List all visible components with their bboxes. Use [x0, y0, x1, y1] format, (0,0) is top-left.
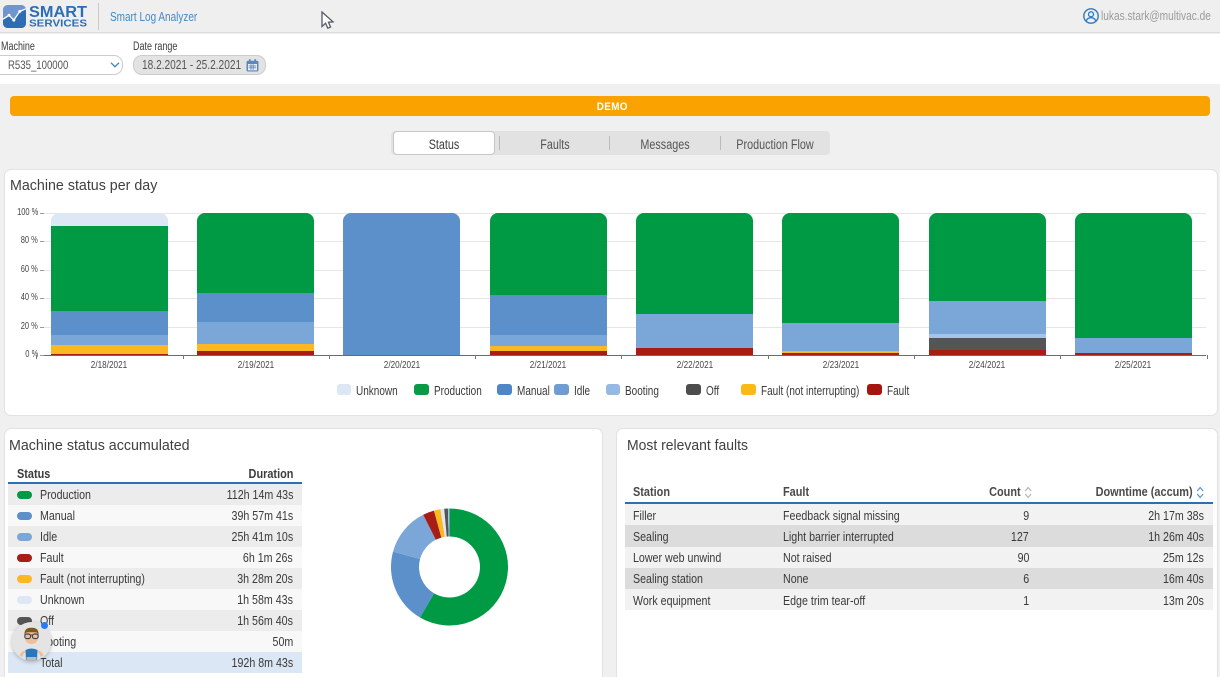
svg-text:SERVICES: SERVICES — [29, 18, 87, 29]
